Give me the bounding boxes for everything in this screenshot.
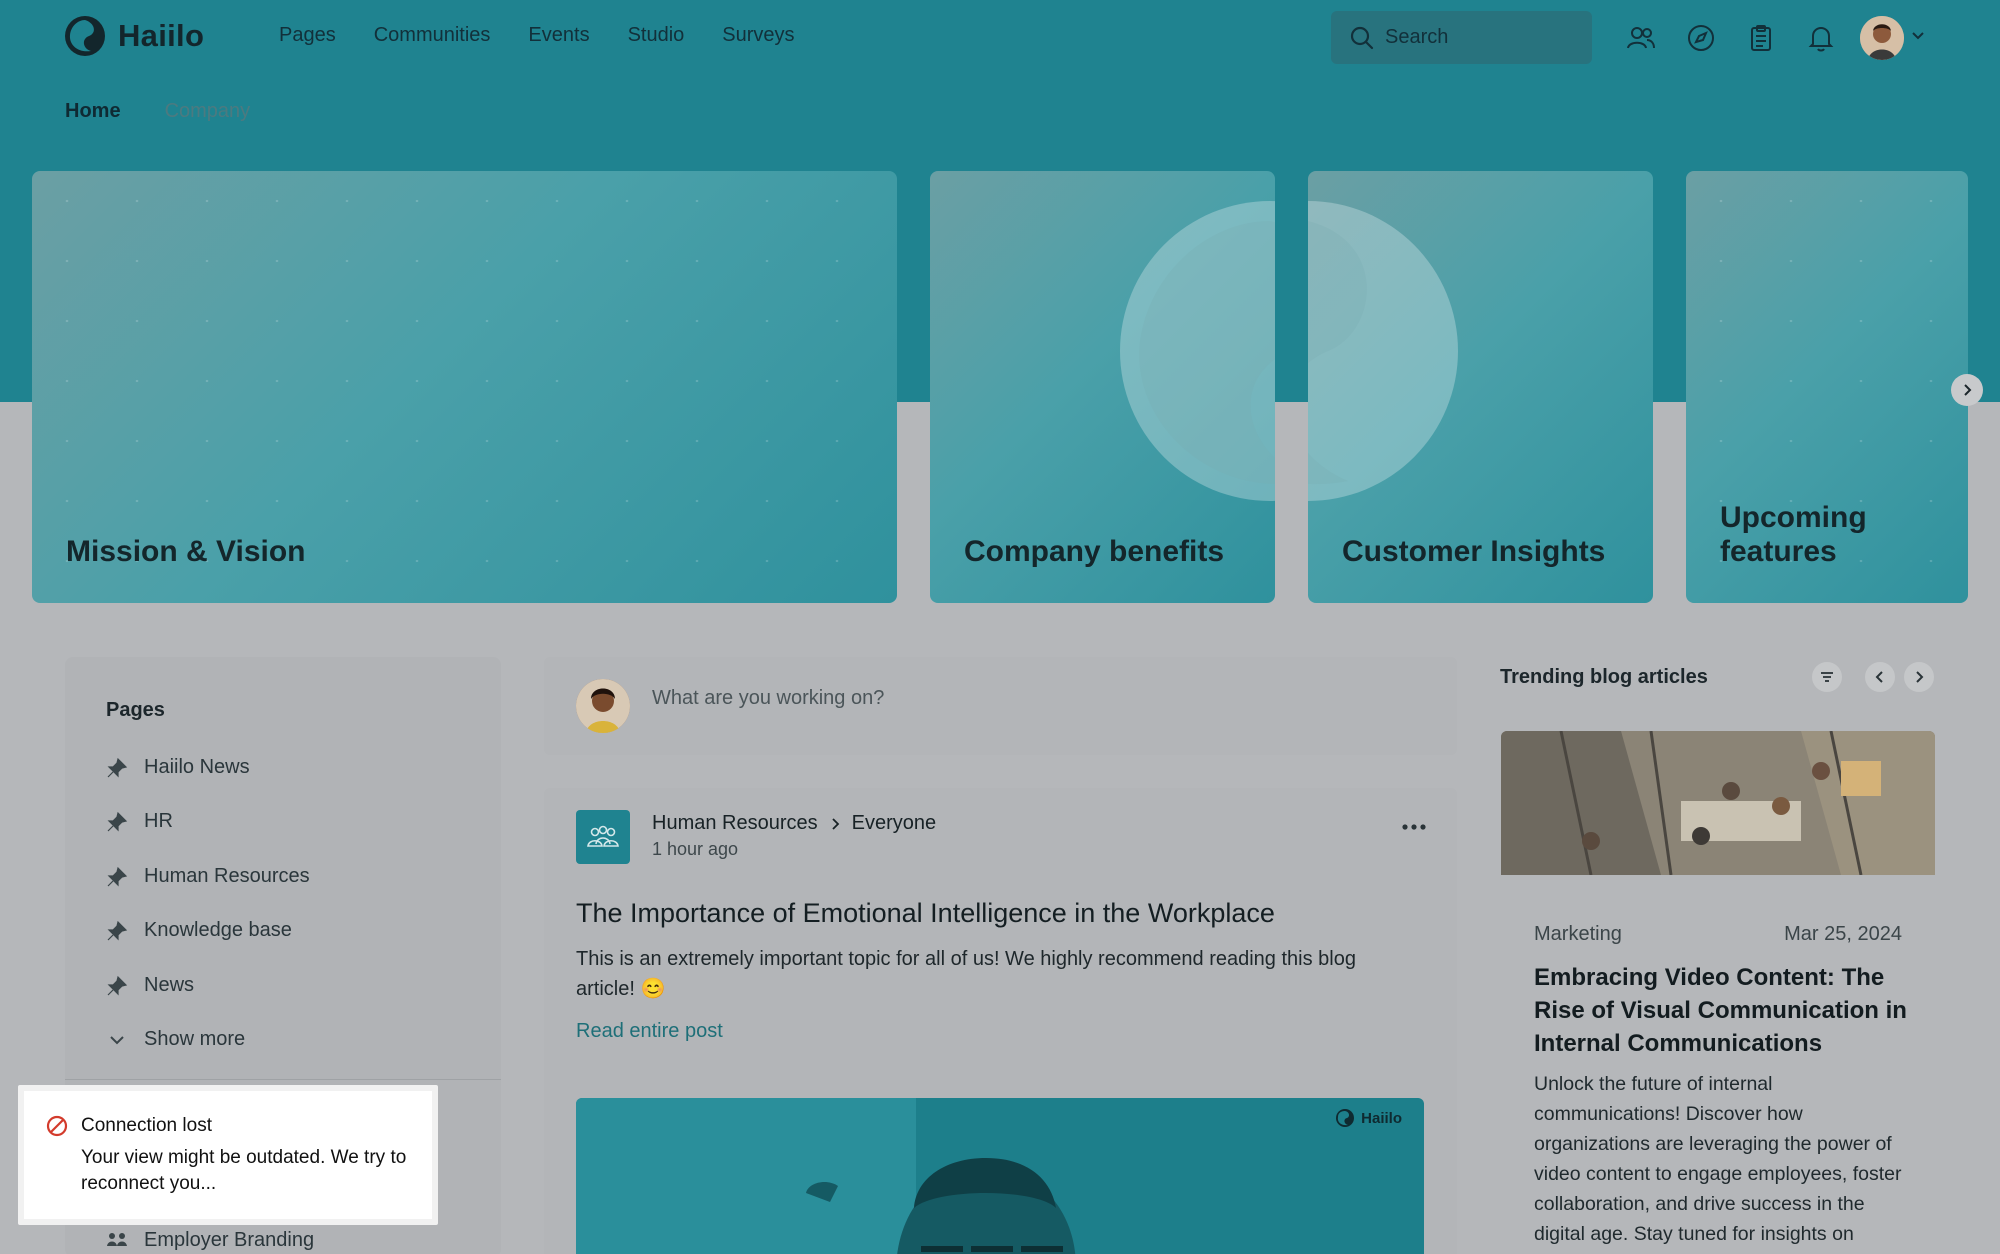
chevron-left-icon	[1875, 671, 1883, 683]
sub-navigation: Home Company	[65, 100, 250, 123]
chevron-down-icon[interactable]	[1908, 26, 1928, 46]
trending-next-button[interactable]	[1904, 662, 1934, 692]
hero-card-label: Company benefits	[964, 535, 1225, 568]
post-timestamp: 1 hour ago	[652, 839, 739, 859]
chevron-down-icon	[110, 1035, 124, 1044]
hero-card-insights[interactable]: Customer Insights	[1308, 171, 1653, 603]
haiilo-logo-icon	[65, 16, 105, 56]
error-circle-icon	[46, 1115, 68, 1137]
blog-article-card[interactable]: Marketing Mar 25, 2024 Embracing Video C…	[1501, 731, 1935, 1254]
app-name: Haiilo	[118, 18, 205, 53]
chevron-right-icon	[831, 817, 839, 830]
nav-pages[interactable]: Pages	[279, 24, 336, 47]
post-composer[interactable]	[544, 657, 1457, 755]
trending-prev-button[interactable]	[1865, 662, 1895, 692]
blog-title[interactable]: Embracing Video Content: The Rise of Vis…	[1534, 961, 1914, 1060]
page-item-label: Haiilo News	[144, 756, 250, 778]
filter-icon	[1821, 672, 1833, 682]
show-more-button[interactable]: Show more	[106, 1028, 245, 1051]
blog-category[interactable]: Marketing	[1534, 923, 1622, 946]
blog-article-image	[1501, 731, 1935, 875]
toast-title: Connection lost	[81, 1115, 212, 1136]
compass-icon[interactable]	[1685, 22, 1717, 54]
page-item-label: Employer Branding	[144, 1229, 315, 1251]
pin-icon	[107, 975, 128, 995]
hero-card-label: Upcoming features	[1720, 501, 1867, 568]
pin-icon	[107, 866, 128, 886]
hero-card-label: Mission & Vision	[66, 535, 306, 568]
trending-title: Trending blog articles	[1500, 666, 1708, 688]
nav-communities[interactable]: Communities	[374, 24, 491, 47]
search-icon	[1350, 26, 1374, 49]
panel-divider	[65, 1079, 501, 1080]
post-image-logo-text: Haiilo	[1361, 1109, 1402, 1127]
search-input[interactable]	[1385, 26, 1575, 49]
page-item-label: Human Resources	[144, 865, 310, 887]
page-item-label: HR	[144, 810, 173, 832]
composer-input[interactable]	[652, 687, 1352, 710]
community-avatar[interactable]	[576, 810, 630, 864]
page-item-label: Knowledge base	[144, 919, 292, 941]
nav-surveys[interactable]: Surveys	[722, 24, 794, 47]
haiilo-logo-icon	[1336, 1109, 1355, 1127]
page-item-knowledge-base[interactable]: Knowledge base	[106, 919, 292, 942]
read-entire-post-link[interactable]: Read entire post	[576, 1020, 723, 1043]
app-logo[interactable]: Haiilo	[64, 15, 204, 57]
toast-message: Your view might be outdated. We try to r…	[81, 1147, 407, 1194]
clipboard-icon[interactable]	[1745, 22, 1777, 54]
page-item-label: News	[144, 974, 195, 996]
page-item-employer-branding[interactable]: Employer Branding	[106, 1229, 314, 1252]
post-body: This is an extremely important topic for…	[576, 948, 1356, 1000]
page-item-hr[interactable]: HR	[106, 810, 173, 833]
composer-avatar	[576, 679, 630, 733]
group-icon	[587, 825, 619, 847]
bell-icon[interactable]	[1805, 22, 1837, 54]
more-horizontal-icon	[1402, 824, 1426, 830]
pin-icon	[107, 757, 128, 777]
show-more-label: Show more	[144, 1028, 246, 1050]
people-icon[interactable]	[1625, 22, 1657, 54]
haiilo-watermark-icon	[1308, 201, 1458, 501]
pages-panel-title: Pages	[106, 699, 165, 721]
post-title[interactable]: The Importance of Emotional Intelligence…	[576, 898, 1275, 929]
page-item-news[interactable]: News	[106, 974, 194, 997]
user-avatar[interactable]	[1860, 16, 1904, 60]
post-image[interactable]: Haiilo	[576, 1098, 1424, 1254]
page-item-human-resources[interactable]: Human Resources	[106, 865, 310, 888]
page-item-haiilo-news[interactable]: Haiilo News	[106, 756, 250, 779]
hero-next-button[interactable]	[1951, 374, 1983, 406]
group-icon	[107, 1232, 127, 1246]
haiilo-watermark-icon	[1120, 201, 1275, 501]
chevron-right-icon	[1916, 671, 1924, 683]
filter-button[interactable]	[1812, 662, 1842, 692]
post-options-button[interactable]	[1401, 818, 1427, 836]
pin-icon	[107, 811, 128, 831]
search-box[interactable]	[1331, 11, 1592, 64]
tab-company[interactable]: Company	[165, 100, 251, 123]
blog-excerpt: Unlock the future of internal communicat…	[1534, 1073, 1902, 1245]
connection-lost-toast: Connection lost Your view might be outda…	[18, 1085, 438, 1225]
post-source-link[interactable]: Human Resources	[652, 812, 818, 835]
tab-home[interactable]: Home	[65, 100, 121, 123]
chevron-right-icon	[1964, 384, 1972, 396]
hero-card-label: Customer Insights	[1342, 535, 1606, 568]
post-image-logo: Haiilo	[1335, 1108, 1402, 1128]
nav-events[interactable]: Events	[528, 24, 589, 47]
post-target-link[interactable]: Everyone	[852, 812, 937, 835]
main-nav: Pages Communities Events Studio Surveys	[279, 24, 833, 47]
nav-studio[interactable]: Studio	[628, 24, 685, 47]
pin-icon	[107, 920, 128, 940]
hero-card-benefits[interactable]: Company benefits	[930, 171, 1275, 603]
hero-card-mission[interactable]: Mission & Vision	[32, 171, 897, 603]
hero-card-upcoming[interactable]: Upcoming features	[1686, 171, 1968, 603]
post-breadcrumb: Human Resources Everyone	[652, 812, 936, 835]
feed-post: Human Resources Everyone 1 hour ago The …	[544, 788, 1457, 1254]
top-navbar: Haiilo Pages Communities Events Studio S…	[0, 0, 2000, 76]
blog-date: Mar 25, 2024	[1784, 923, 1902, 945]
post-image-graphic	[576, 1098, 1076, 1254]
post-meta: Human Resources Everyone 1 hour ago	[652, 812, 936, 860]
